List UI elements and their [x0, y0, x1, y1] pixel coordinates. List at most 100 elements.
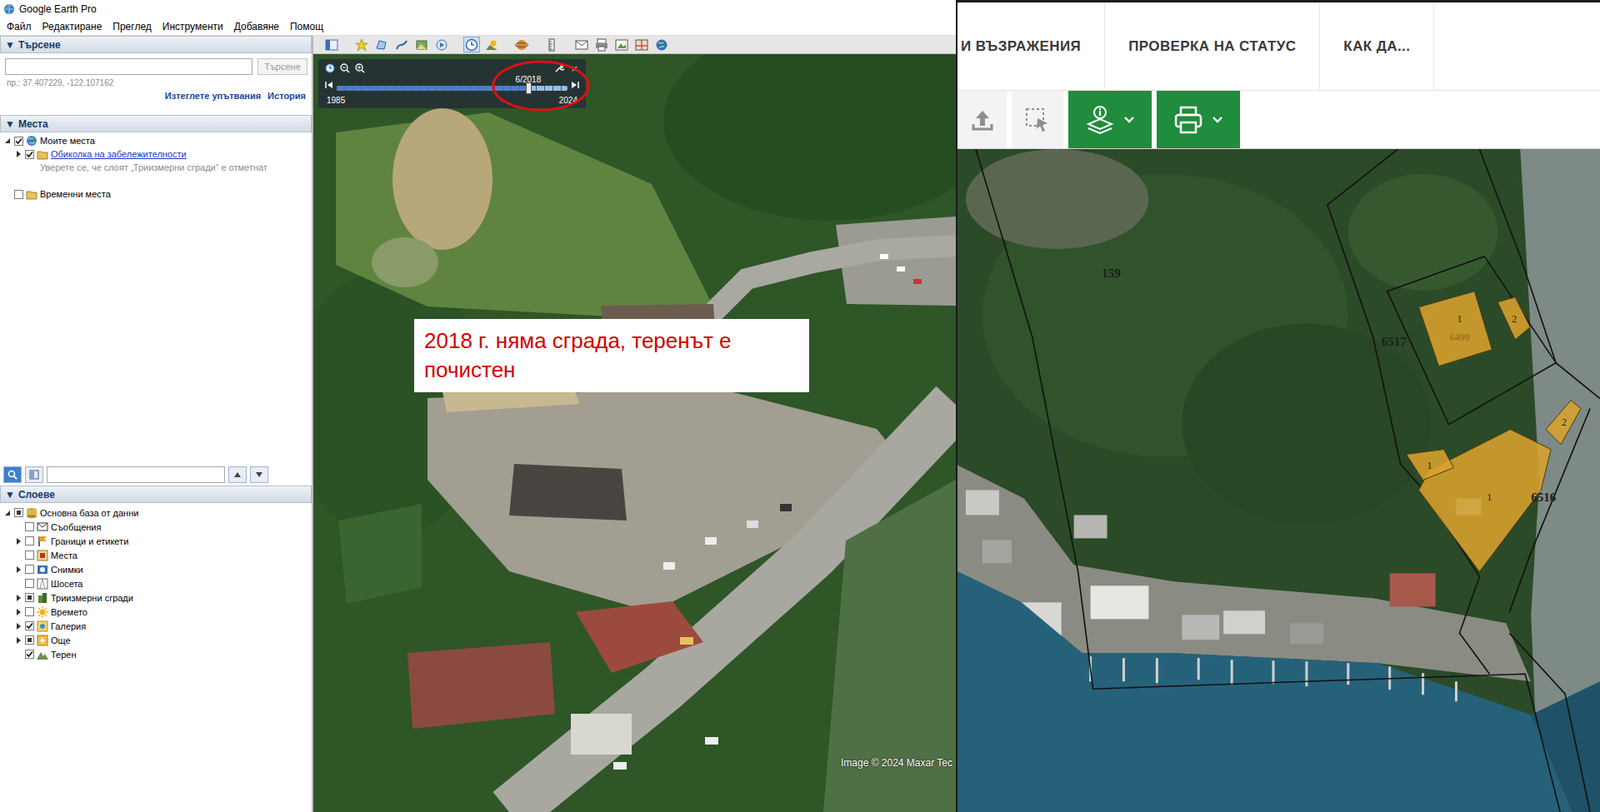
collapsed-arrow-icon[interactable]: [15, 609, 22, 616]
checkbox[interactable]: [14, 136, 24, 146]
nav-link[interactable]: ПРОВЕРКА НА СТАТУС: [1105, 2, 1320, 90]
toolbar-button[interactable]: [573, 36, 590, 53]
toolbar-button[interactable]: [413, 36, 430, 53]
collapsed-arrow-icon[interactable]: [15, 595, 22, 602]
layer-label[interactable]: Съобщения: [50, 522, 101, 533]
sidebar-icon[interactable]: [325, 38, 339, 52]
checkbox[interactable]: [25, 536, 35, 546]
checkbox[interactable]: [25, 150, 35, 160]
layer-label[interactable]: Терен: [50, 650, 77, 660]
zoom-in-icon[interactable]: [355, 63, 365, 74]
checkbox[interactable]: [25, 565, 35, 575]
layer-item[interactable]: Съобщения: [0, 520, 312, 535]
map-icon[interactable]: [635, 38, 649, 52]
layer-label[interactable]: Места: [50, 550, 78, 561]
toolbar-button[interactable]: [483, 36, 500, 53]
search-input[interactable]: [5, 58, 253, 75]
next-button[interactable]: [250, 466, 269, 484]
slider-thumb[interactable]: [525, 82, 532, 95]
menu-item[interactable]: Файл: [6, 20, 32, 33]
next-date-icon[interactable]: [570, 80, 580, 90]
layer-item[interactable]: Триизмерни сгради: [0, 590, 312, 605]
place-label[interactable]: Временни места: [40, 189, 111, 200]
toolbar-button[interactable]: [323, 36, 340, 53]
layer-search-input[interactable]: [46, 466, 225, 484]
collapse-toggle[interactable]: ▼: [5, 118, 15, 130]
cadastre-map[interactable]: 15965176516164992211: [957, 149, 1600, 812]
layer-item[interactable]: Още: [0, 633, 312, 648]
layer-label[interactable]: Снимки: [50, 565, 84, 575]
placemark-icon[interactable]: [355, 38, 369, 52]
search-mode-button[interactable]: [3, 466, 22, 484]
expander[interactable]: [14, 594, 23, 603]
layer-label[interactable]: Още: [50, 635, 71, 646]
layer-item[interactable]: Граници и етикети: [0, 534, 312, 549]
place-item[interactable]: Моите места: [0, 134, 312, 148]
building-number[interactable]: 1: [1456, 313, 1462, 325]
toolbar-button[interactable]: [633, 36, 650, 53]
place-item[interactable]: Временни места: [0, 187, 312, 201]
print-button[interactable]: [1156, 90, 1240, 149]
layer-label[interactable]: Основна база от данни: [40, 508, 139, 519]
menu-item[interactable]: Инструменти: [162, 20, 224, 33]
select-button[interactable]: [1011, 90, 1064, 149]
layer-label[interactable]: Галерия: [50, 621, 86, 632]
toolbar-button[interactable]: [373, 36, 390, 53]
earth-globe-icon[interactable]: [655, 38, 669, 52]
search-link[interactable]: История: [267, 90, 306, 101]
toolbar-button[interactable]: [353, 36, 370, 53]
layer-item[interactable]: Места: [0, 548, 312, 563]
place-item[interactable]: Обиколка на забележителности: [0, 147, 312, 161]
toolbar-button[interactable]: [433, 36, 450, 53]
building-number[interactable]: 6499: [1449, 331, 1470, 343]
email-icon[interactable]: [575, 38, 589, 52]
clock-icon[interactable]: [325, 63, 335, 74]
menu-item[interactable]: Помощ: [290, 20, 324, 33]
tour-icon[interactable]: [435, 38, 449, 52]
collapsed-arrow-icon[interactable]: [15, 623, 22, 630]
menu-item[interactable]: Редактиране: [42, 20, 103, 33]
menu-item[interactable]: Добавяне: [234, 20, 280, 33]
path-icon[interactable]: [395, 38, 409, 52]
toolbar-button[interactable]: [513, 36, 530, 53]
checkbox[interactable]: [25, 607, 35, 617]
expander[interactable]: [14, 636, 23, 645]
search-header[interactable]: ▼Търсене: [0, 35, 312, 54]
expander[interactable]: [3, 136, 12, 145]
expander[interactable]: [14, 622, 23, 631]
parcel-number[interactable]: 6516: [1530, 490, 1556, 505]
expanded-arrow-icon[interactable]: [4, 137, 11, 145]
zoom-out-icon[interactable]: [340, 63, 350, 74]
toolbar-button[interactable]: [393, 36, 410, 53]
menu-item[interactable]: Преглед: [112, 20, 152, 33]
layer-label[interactable]: Шосета: [50, 579, 83, 590]
print-icon[interactable]: [595, 38, 609, 52]
satellite-view[interactable]: ×6/2018198520242018 г. няма сграда, тере…: [313, 54, 956, 812]
nav-link[interactable]: И ВЪЗРАЖЕНИЯ: [957, 2, 1105, 90]
collapsed-arrow-icon[interactable]: [15, 566, 22, 574]
layer-item[interactable]: Основна база от данни: [0, 505, 312, 520]
expander[interactable]: [14, 565, 23, 575]
layer-item[interactable]: Галерия: [0, 619, 312, 634]
previous-button[interactable]: [228, 466, 247, 484]
layers-header[interactable]: ▼Слоеве: [0, 485, 312, 504]
previous-date-icon[interactable]: [325, 80, 334, 90]
toolbar-button[interactable]: [653, 36, 670, 53]
toolbar-button[interactable]: [593, 36, 610, 53]
expander[interactable]: [3, 509, 12, 518]
expanded-arrow-icon[interactable]: [4, 510, 11, 517]
nav-link[interactable]: КАК ДА...: [1320, 2, 1435, 90]
building-number[interactable]: 1: [1427, 460, 1433, 471]
parcel-number[interactable]: 6517: [1381, 334, 1407, 349]
collapsed-arrow-icon[interactable]: [15, 637, 22, 645]
toolbar-button[interactable]: [543, 36, 560, 53]
layer-label[interactable]: Граници и етикети: [50, 536, 129, 547]
expander[interactable]: [14, 150, 23, 159]
layer-label[interactable]: Триизмерни сгради: [50, 593, 134, 604]
overlay-icon[interactable]: [415, 38, 429, 52]
layer-item[interactable]: Времето: [0, 605, 312, 620]
layer-item[interactable]: Снимки: [0, 562, 312, 577]
polygon-icon[interactable]: [375, 38, 389, 52]
checkbox[interactable]: [25, 650, 35, 660]
collapse-toggle[interactable]: ▼: [5, 489, 15, 501]
